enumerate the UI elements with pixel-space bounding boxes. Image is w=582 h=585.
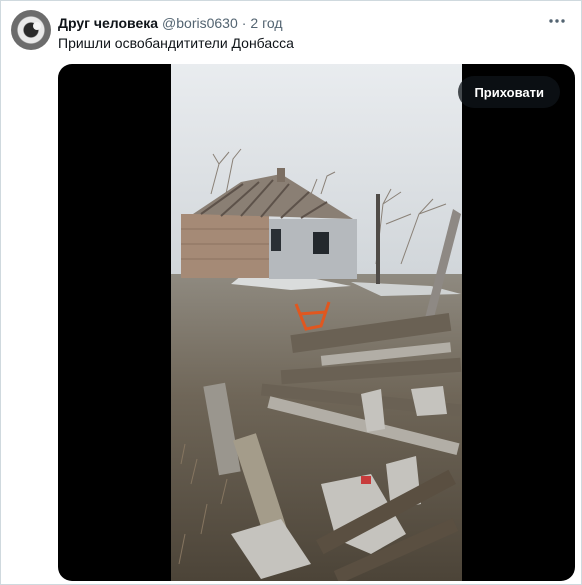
tweet-text: Пришли освобандитители Донбасса [58, 35, 294, 51]
avatar[interactable] [11, 10, 51, 50]
tweet-media[interactable]: Приховати [58, 64, 575, 581]
tweet-card[interactable]: Друг человека @boris0630 · 2 год Пришли … [0, 0, 582, 585]
author-name[interactable]: Друг человека [58, 15, 158, 31]
separator-dot: · [241, 15, 247, 31]
hide-button[interactable]: Приховати [458, 76, 560, 108]
tweet-header: Друг человека @boris0630 · 2 год [58, 13, 283, 33]
tweet-time[interactable]: 2 год [250, 15, 282, 31]
author-handle[interactable]: @boris0630 [162, 15, 238, 31]
video-frame[interactable] [171, 64, 462, 581]
destroyed-house-image [171, 64, 462, 581]
more-horizontal-icon [549, 19, 565, 23]
more-options-button[interactable] [545, 11, 569, 31]
